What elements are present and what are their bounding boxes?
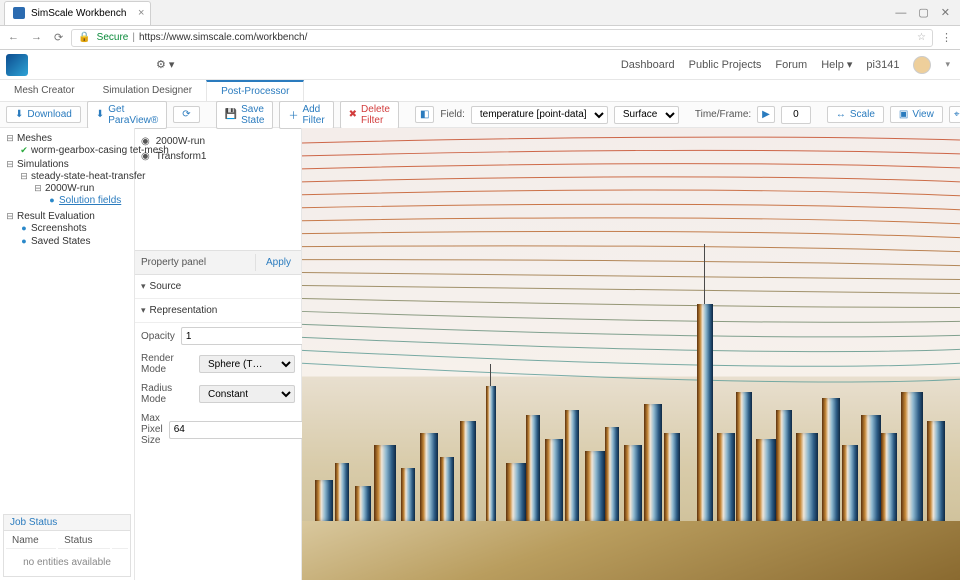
field-select[interactable]: temperature [point-data] — [471, 106, 608, 124]
render-mode-label: Render Mode — [141, 353, 193, 375]
section-source[interactable]: Source — [141, 281, 181, 292]
city-geometry — [302, 286, 960, 580]
play-button[interactable]: ▶ — [757, 106, 775, 123]
nav-back-icon[interactable]: ← — [8, 31, 19, 44]
opacity-label: Opacity — [141, 331, 175, 342]
x-icon: ✖ — [349, 109, 357, 120]
delete-filter-button[interactable]: ✖Delete Filter — [340, 101, 399, 129]
window-minimize-icon[interactable]: — — [895, 7, 906, 19]
tab-post-processor[interactable]: Post-Processor — [206, 80, 304, 101]
timeframe-label: Time/Frame: — [695, 109, 751, 120]
url-field[interactable]: 🔒 Secure | https://www.simscale.com/work… — [71, 29, 933, 47]
tab-mesh-creator[interactable]: Mesh Creator — [0, 80, 89, 101]
view-button[interactable]: ▣View — [890, 106, 943, 123]
timeframe-input[interactable] — [781, 106, 811, 124]
avatar-caret-icon[interactable]: ▾ — [945, 59, 950, 70]
url-text: https://www.simscale.com/workbench/ — [139, 32, 307, 43]
close-tab-icon[interactable]: × — [138, 7, 144, 19]
tree-sim-item[interactable]: ⊟steady-state-heat-transfer ⊟2000W-run ●… — [16, 170, 132, 209]
tree-result-eval[interactable]: ⊟Result Evaluation ●Screenshots ●Saved S… — [2, 210, 132, 249]
download-icon: ⬇ — [96, 109, 104, 120]
save-icon: 💾 — [225, 109, 237, 120]
viewport-3d[interactable] — [302, 128, 960, 580]
avatar[interactable] — [913, 56, 931, 74]
render-mode-select[interactable]: Sphere (T… — [199, 355, 295, 373]
representation-select[interactable]: Surface — [614, 106, 679, 124]
download-icon: ⬇ — [15, 109, 23, 120]
refresh-button[interactable]: ⟳ — [173, 106, 199, 123]
favicon — [13, 7, 25, 19]
browser-tabstrip: SimScale Workbench × — ▢ ✕ — [0, 0, 960, 26]
tree-run[interactable]: ⊟2000W-run ●Solution fields — [30, 182, 132, 208]
field-label: Field: — [440, 109, 464, 120]
nav-reload-icon[interactable]: ⟳ — [54, 31, 63, 44]
nav-forward-icon[interactable]: → — [31, 31, 42, 44]
project-tree: ⊟Meshes ✔worm-gearbox-casing tet-mesh ⊟S… — [0, 128, 135, 580]
job-status-panel: Job Status NameStatus no entities availa… — [3, 514, 131, 577]
scale-icon: ↔ — [836, 109, 846, 120]
download-button[interactable]: ⬇Download — [6, 106, 81, 123]
secure-label: Secure — [97, 32, 129, 43]
workspace-tabs: Mesh Creator Simulation Designer Post-Pr… — [0, 80, 960, 102]
radius-mode-select[interactable]: Constant — [199, 385, 295, 403]
scale-button[interactable]: ↔Scale — [827, 106, 884, 123]
pipeline-panel: ◉2000W-run ◉Transform1 Property panel Ap… — [135, 128, 302, 580]
tree-screenshots[interactable]: ●Screenshots — [16, 222, 132, 235]
tree-mesh-item[interactable]: ✔worm-gearbox-casing tet-mesh — [16, 144, 132, 157]
field-color-icon[interactable]: ◧ — [415, 106, 434, 123]
tab-simulation-designer[interactable]: Simulation Designer — [89, 80, 207, 101]
window-maximize-icon[interactable]: ▢ — [918, 6, 928, 19]
max-pixel-input[interactable] — [169, 421, 311, 439]
browser-address-bar: ← → ⟳ 🔒 Secure | https://www.simscale.co… — [0, 26, 960, 50]
job-status-title: Job Status — [4, 515, 130, 531]
nav-dashboard[interactable]: Dashboard — [621, 59, 675, 71]
browser-tab-simscale[interactable]: SimScale Workbench × — [4, 1, 151, 25]
nav-help[interactable]: Help ▾ — [821, 58, 852, 71]
tree-saved-states[interactable]: ●Saved States — [16, 235, 132, 248]
window-close-icon[interactable]: ✕ — [941, 6, 950, 19]
browser-menu-icon[interactable]: ⋮ — [941, 31, 952, 44]
get-paraview-button[interactable]: ⬇Get ParaView® — [87, 101, 167, 129]
app-header: ⚙ ▾ Dashboard Public Projects Forum Help… — [0, 50, 960, 80]
star-icon[interactable]: ☆ — [917, 32, 926, 43]
property-panel-title: Property panel — [141, 257, 206, 268]
plus-icon: ＋ — [288, 107, 298, 122]
section-representation[interactable]: Representation — [141, 305, 217, 316]
max-pixel-label: Max Pixel Size — [141, 413, 163, 446]
simscale-logo[interactable] — [6, 54, 28, 76]
tab-title: SimScale Workbench — [31, 8, 126, 19]
apply-button[interactable]: Apply — [255, 254, 301, 271]
tree-meshes[interactable]: ⊟Meshes ✔worm-gearbox-casing tet-mesh — [2, 132, 132, 158]
add-filter-button[interactable]: ＋Add Filter — [279, 101, 333, 129]
radius-mode-label: Radius Mode — [141, 383, 193, 405]
nav-forum[interactable]: Forum — [775, 59, 807, 71]
job-col-status: Status — [58, 533, 110, 549]
job-no-entities: no entities available — [6, 551, 128, 574]
save-state-button[interactable]: 💾Save State — [216, 101, 274, 129]
tree-solution-fields[interactable]: ●Solution fields — [44, 194, 132, 207]
lock-icon: 🔒 — [78, 32, 90, 43]
job-col-name: Name — [6, 533, 56, 549]
tree-simulations[interactable]: ⊟Simulations ⊟steady-state-heat-transfer… — [2, 158, 132, 210]
toolbar: ⬇Download ⬇Get ParaView® ⟳ 💾Save State ＋… — [0, 102, 960, 128]
nav-public-projects[interactable]: Public Projects — [689, 59, 762, 71]
cursor-info-icon[interactable]: ⌖ — [949, 106, 960, 123]
view-icon: ▣ — [899, 109, 908, 120]
settings-gear-icon[interactable]: ⚙ ▾ — [156, 58, 174, 71]
username[interactable]: pi3141 — [866, 59, 899, 71]
